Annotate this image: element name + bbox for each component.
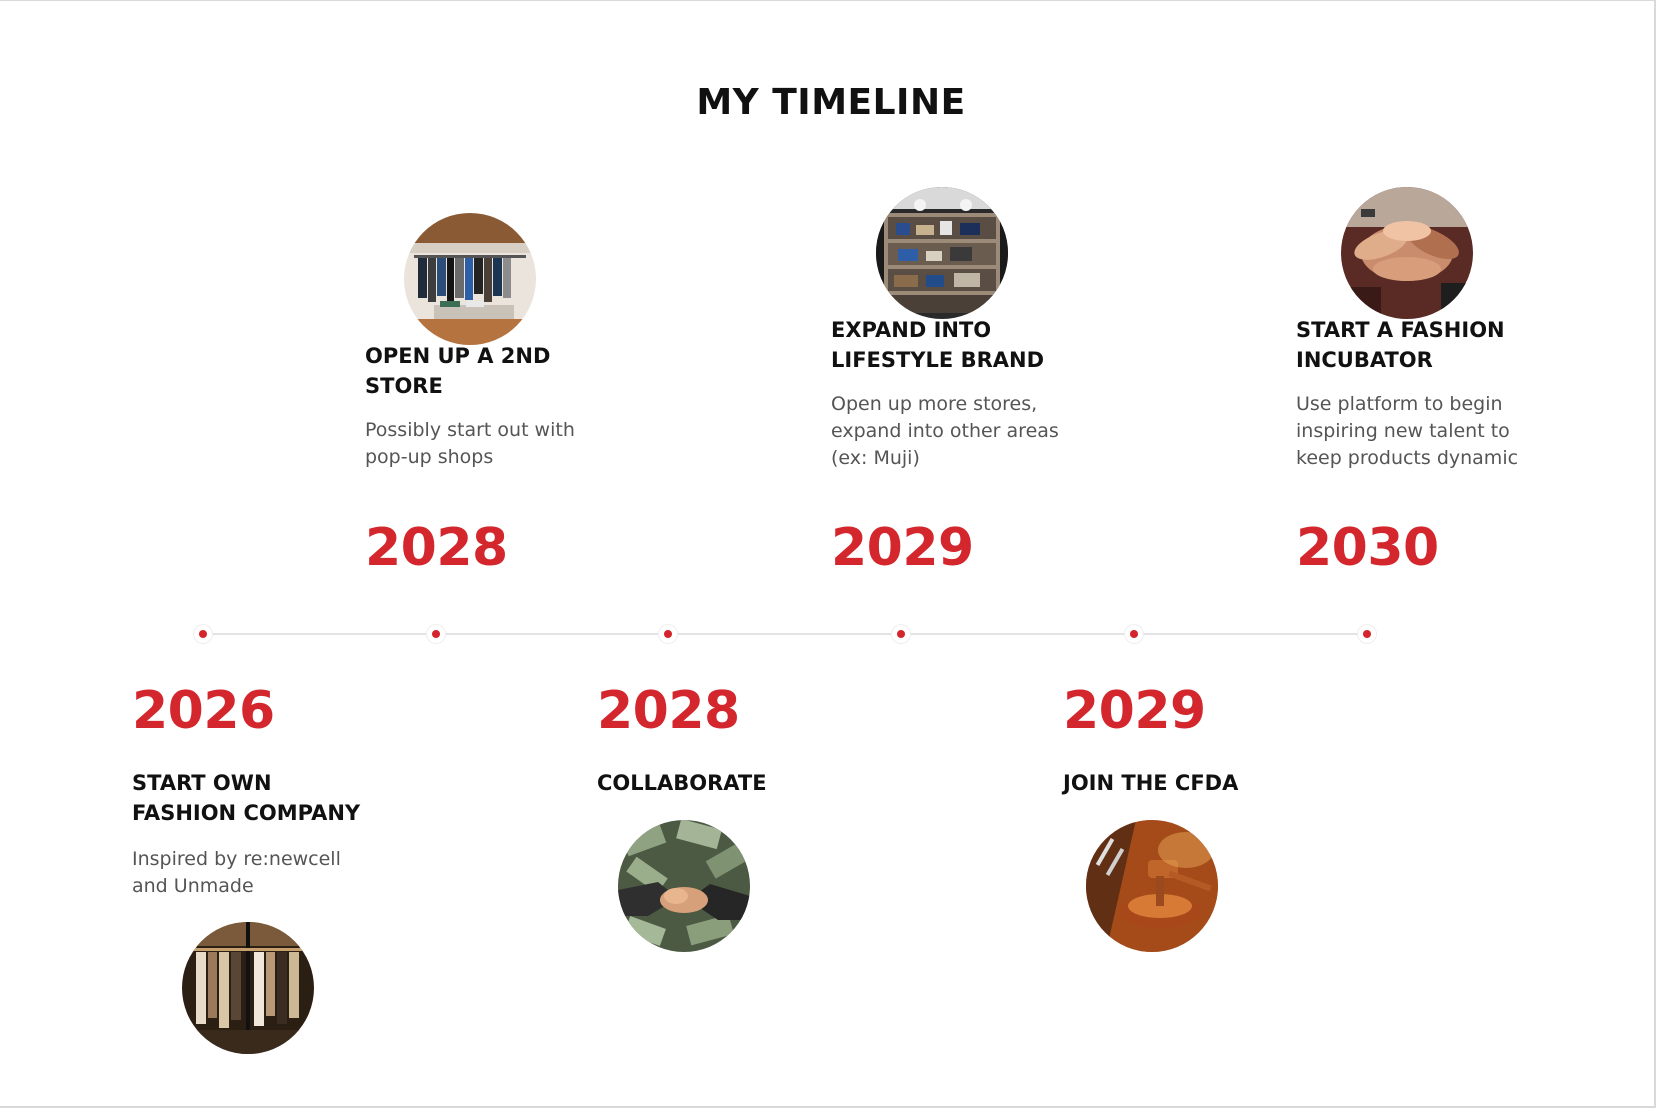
event-year: 2029: [1063, 681, 1206, 741]
timeline-event-join-cfda: 2029 JOIN THE CFDA: [1063, 0, 1363, 1000]
timeline-event-collaborate: 2028 COLLABORATE: [597, 0, 897, 1000]
handshake-money-photo: [618, 820, 750, 952]
event-heading: JOIN THE CFDA: [1063, 771, 1239, 795]
event-description: Inspired by re:newcell and Unmade: [132, 848, 341, 897]
event-heading: COLLABORATE: [597, 771, 767, 795]
event-year: 2026: [132, 681, 275, 741]
event-year: 2028: [597, 681, 740, 741]
gavel-photo: [1086, 820, 1218, 952]
event-heading: START OWN FASHION COMPANY: [132, 771, 361, 825]
timeline-event-own-fashion-company: 2026 START OWN FASHION COMPANY Inspired …: [132, 0, 432, 1100]
clothing-rack-photo: [182, 922, 314, 1054]
